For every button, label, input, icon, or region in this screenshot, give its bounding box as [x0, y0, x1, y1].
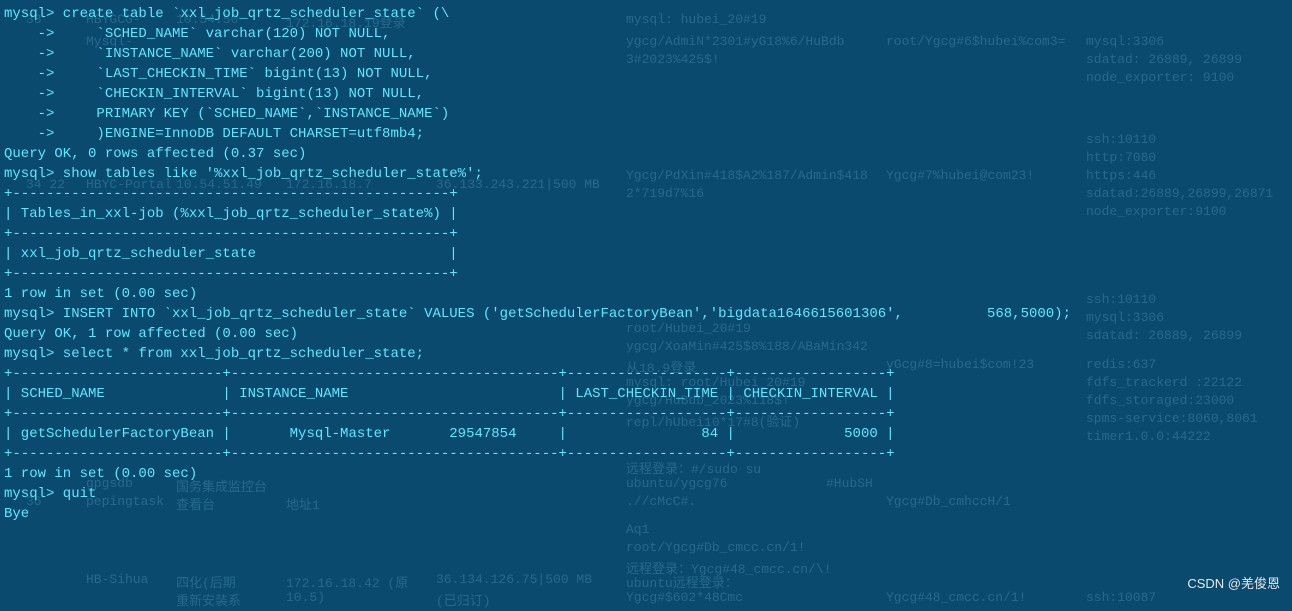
terminal-line: | getSchedulerFactoryBean | Mysql-Master…: [4, 424, 1288, 444]
terminal-line: -> `INSTANCE_NAME` varchar(200) NOT NULL…: [4, 44, 1288, 64]
terminal-line: mysql> quit: [4, 484, 1288, 504]
terminal-line: 1 row in set (0.00 sec): [4, 464, 1288, 484]
terminal-line: mysql> select * from xxl_job_qrtz_schedu…: [4, 344, 1288, 364]
terminal-line: +-------------------------+-------------…: [4, 404, 1288, 424]
terminal-line: | SCHED_NAME | INSTANCE_NAME | LAST_CHEC…: [4, 384, 1288, 404]
terminal-line: -> )ENGINE=InnoDB DEFAULT CHARSET=utf8mb…: [4, 124, 1288, 144]
terminal-line: +-------------------------+-------------…: [4, 364, 1288, 384]
terminal-line: -> `CHECKIN_INTERVAL` bigint(13) NOT NUL…: [4, 84, 1288, 104]
terminal-line: mysql> create table `xxl_job_qrtz_schedu…: [4, 4, 1288, 24]
terminal-line: mysql> INSERT INTO `xxl_job_qrtz_schedul…: [4, 304, 1288, 324]
terminal-line: +---------------------------------------…: [4, 184, 1288, 204]
terminal-line: 1 row in set (0.00 sec): [4, 284, 1288, 304]
terminal-line: | Tables_in_xxl-job (%xxl_job_qrtz_sched…: [4, 204, 1288, 224]
terminal-line: -> `LAST_CHECKIN_TIME` bigint(13) NOT NU…: [4, 64, 1288, 84]
watermark: CSDN @羌俊恩: [1187, 573, 1280, 592]
terminal-line: +---------------------------------------…: [4, 224, 1288, 244]
terminal-line: +---------------------------------------…: [4, 264, 1288, 284]
terminal-line: Query OK, 0 rows affected (0.37 sec): [4, 144, 1288, 164]
terminal-line: | xxl_job_qrtz_scheduler_state |: [4, 244, 1288, 264]
terminal-line: +-------------------------+-------------…: [4, 444, 1288, 464]
mysql-terminal[interactable]: mysql> create table `xxl_job_qrtz_schedu…: [0, 0, 1292, 600]
terminal-line: -> `SCHED_NAME` varchar(120) NOT NULL,: [4, 24, 1288, 44]
terminal-line: Query OK, 1 row affected (0.00 sec): [4, 324, 1288, 344]
terminal-line: Bye: [4, 504, 1288, 524]
terminal-line: -> PRIMARY KEY (`SCHED_NAME`,`INSTANCE_N…: [4, 104, 1288, 124]
terminal-line: mysql> show tables like '%xxl_job_qrtz_s…: [4, 164, 1288, 184]
